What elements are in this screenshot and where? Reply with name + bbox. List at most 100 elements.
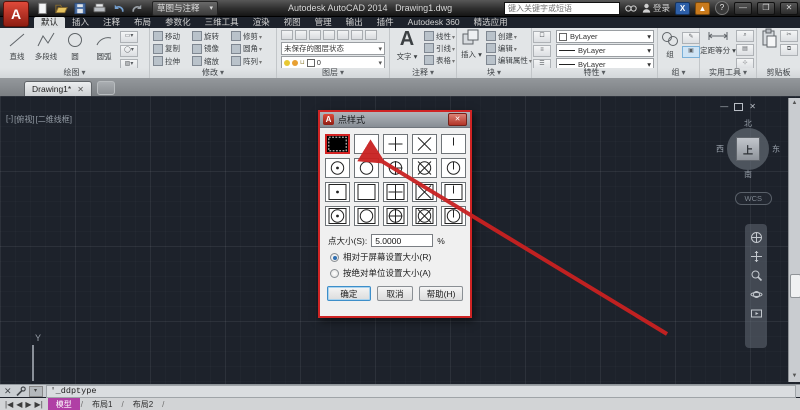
object-color-dropdown[interactable]: ByLayer ▾ <box>556 30 654 43</box>
modify-tool-圆角[interactable]: 圆角 <box>231 43 270 56</box>
tab-布局[interactable]: 布局 <box>127 17 158 28</box>
viewcube-top-face[interactable]: 上 <box>736 137 760 161</box>
block-tool-编辑[interactable]: 编辑 <box>485 42 532 54</box>
text-tool-button[interactable]: A 文字 ▾ <box>394 28 420 66</box>
doc-close-icon[interactable]: ✕ <box>749 102 756 111</box>
wcs-dropdown[interactable]: WCS <box>734 192 772 205</box>
modify-tool-复制[interactable]: 复制 <box>153 43 192 56</box>
save-icon[interactable] <box>72 2 88 15</box>
layer-freeze-icon[interactable] <box>323 30 335 40</box>
recent-commands-icon[interactable]: ▾ <box>28 385 43 397</box>
new-file-icon[interactable] <box>34 2 50 15</box>
draw-tool-直线[interactable]: 直线 <box>4 30 30 71</box>
undo-icon[interactable] <box>110 2 126 15</box>
compass-west[interactable]: 西 <box>716 144 724 155</box>
modify-tool-阵列[interactable]: 阵列 <box>231 55 270 68</box>
first-layout-icon[interactable]: |◀ <box>5 400 13 409</box>
visual-style-control[interactable]: [二维线框] <box>36 114 72 125</box>
point-style-square-cross[interactable] <box>411 182 437 202</box>
insert-block-button[interactable]: 插入 ▾ <box>461 28 482 66</box>
radio-relative-to-screen[interactable]: 相对于屏幕设置大小(R) <box>330 251 470 263</box>
draw-tool-圆弧[interactable]: 圆弧 <box>91 30 117 71</box>
layer-off-icon[interactable] <box>295 30 307 40</box>
modify-tool-旋转[interactable]: 旋转 <box>192 30 231 43</box>
dialog-close-button[interactable] <box>448 113 467 126</box>
binoculars-search-icon[interactable] <box>625 3 637 13</box>
tab-参数化[interactable]: 参数化 <box>158 17 198 28</box>
plot-icon[interactable] <box>91 2 107 15</box>
last-layout-icon[interactable]: ▶| <box>35 400 43 409</box>
annotation-tool-表格[interactable]: 表格 <box>424 54 455 66</box>
next-layout-icon[interactable]: ▶ <box>25 400 31 409</box>
cancel-button[interactable]: 取消 <box>376 286 414 301</box>
tab-精选应用[interactable]: 精选应用 <box>467 17 515 28</box>
point-style-square-circle-tick[interactable] <box>440 206 466 226</box>
point-style-square-circle-dot[interactable] <box>324 206 350 226</box>
point-style-square-dot[interactable] <box>324 182 350 202</box>
view-control[interactable]: [俯视] <box>14 114 34 125</box>
layer-match-icon[interactable] <box>351 30 363 40</box>
layer-lock-icon[interactable] <box>337 30 349 40</box>
point-style-circle-cross[interactable] <box>411 158 437 178</box>
vertical-scrollbar[interactable]: ▲ ▼ <box>788 98 800 382</box>
annotation-tool-线性[interactable]: 线性 <box>424 30 455 42</box>
window-minimize-button[interactable]: — <box>734 1 752 15</box>
redo-icon[interactable] <box>129 2 145 15</box>
layer-state-dropdown[interactable]: 未保存的图层状态 ▾ <box>281 42 385 55</box>
ok-button[interactable]: 确定 <box>327 286 371 301</box>
panel-label-properties[interactable]: 特性 <box>532 68 657 78</box>
point-style-dot-selected[interactable] <box>324 134 350 154</box>
pan-icon[interactable] <box>750 250 763 263</box>
annotation-tool-引线[interactable]: 引线 <box>424 42 455 54</box>
rectangle-tool-button[interactable]: ▭▾ <box>120 31 138 43</box>
panel-label-group[interactable]: 组 <box>658 68 699 78</box>
prev-layout-icon[interactable]: ◀ <box>16 400 22 409</box>
point-style-square-tick[interactable] <box>440 182 466 202</box>
point-style-square-circle-cross[interactable] <box>411 206 437 226</box>
layout-tab-布局1[interactable]: 布局1 <box>84 398 120 410</box>
layout-tab-布局2[interactable]: 布局2 <box>125 398 161 410</box>
tab-默认[interactable]: 默认 <box>34 17 66 28</box>
draw-tool-多段线[interactable]: 多段线 <box>33 30 59 71</box>
ungroup-icon[interactable]: ✎ <box>682 32 700 44</box>
viewcube[interactable]: 北 南 西 东 上 <box>716 119 780 179</box>
point-style-square-circle[interactable] <box>353 206 379 226</box>
file-tab-close-icon[interactable]: ✕ <box>77 85 84 94</box>
modify-tool-镜像[interactable]: 镜像 <box>192 43 231 56</box>
tab-插入[interactable]: 插入 <box>65 17 96 28</box>
layout-tab-模型[interactable]: 模型 <box>47 398 80 410</box>
panel-label-utilities[interactable]: 实用工具 <box>700 68 756 78</box>
linetype-dropdown[interactable]: ByLayer ▾ <box>556 44 654 57</box>
scroll-up-icon[interactable]: ▲ <box>789 98 800 109</box>
sign-in-control[interactable]: 登录 <box>642 2 670 14</box>
panel-label-modify[interactable]: 修改 <box>150 68 276 78</box>
tab-三维工具[interactable]: 三维工具 <box>198 17 246 28</box>
window-maximize-button[interactable]: ❒ <box>757 1 775 15</box>
search-input[interactable] <box>503 1 620 15</box>
doc-restore-icon[interactable] <box>734 102 744 111</box>
command-input[interactable]: '_ddptype <box>45 384 796 398</box>
viewport-menu-control[interactable]: [-] <box>6 114 13 125</box>
panel-label-layers[interactable]: 图层 <box>277 68 389 78</box>
layer-prev-icon[interactable] <box>365 30 377 40</box>
tab-管理[interactable]: 管理 <box>308 17 339 28</box>
steering-wheel-icon[interactable] <box>750 231 763 244</box>
quick-calc-icon[interactable]: ▤ <box>736 44 754 56</box>
point-style-circle-plus[interactable] <box>382 158 408 178</box>
point-style-circle[interactable] <box>353 158 379 178</box>
draw-tool-圆[interactable]: 圆 <box>62 30 88 71</box>
dialog-title-bar[interactable]: A 点样式 <box>320 112 470 128</box>
workspace-dropdown[interactable]: 草图与注释 ▾ <box>152 0 219 16</box>
show-motion-icon[interactable] <box>750 307 763 320</box>
tab-注释[interactable]: 注释 <box>96 17 127 28</box>
panel-label-annotation[interactable]: 注释 <box>390 68 456 78</box>
tab-输出[interactable]: 输出 <box>339 17 370 28</box>
layer-properties-icon[interactable] <box>281 30 293 40</box>
orbit-icon[interactable] <box>750 288 763 301</box>
point-style-circle-tick[interactable] <box>440 158 466 178</box>
new-drawing-tab-button[interactable] <box>96 81 115 95</box>
point-style-square[interactable] <box>353 182 379 202</box>
window-close-button[interactable]: ✕ <box>780 1 798 15</box>
scrollbar-thumb[interactable] <box>790 274 800 298</box>
cut-icon[interactable]: ✂ <box>780 30 798 42</box>
